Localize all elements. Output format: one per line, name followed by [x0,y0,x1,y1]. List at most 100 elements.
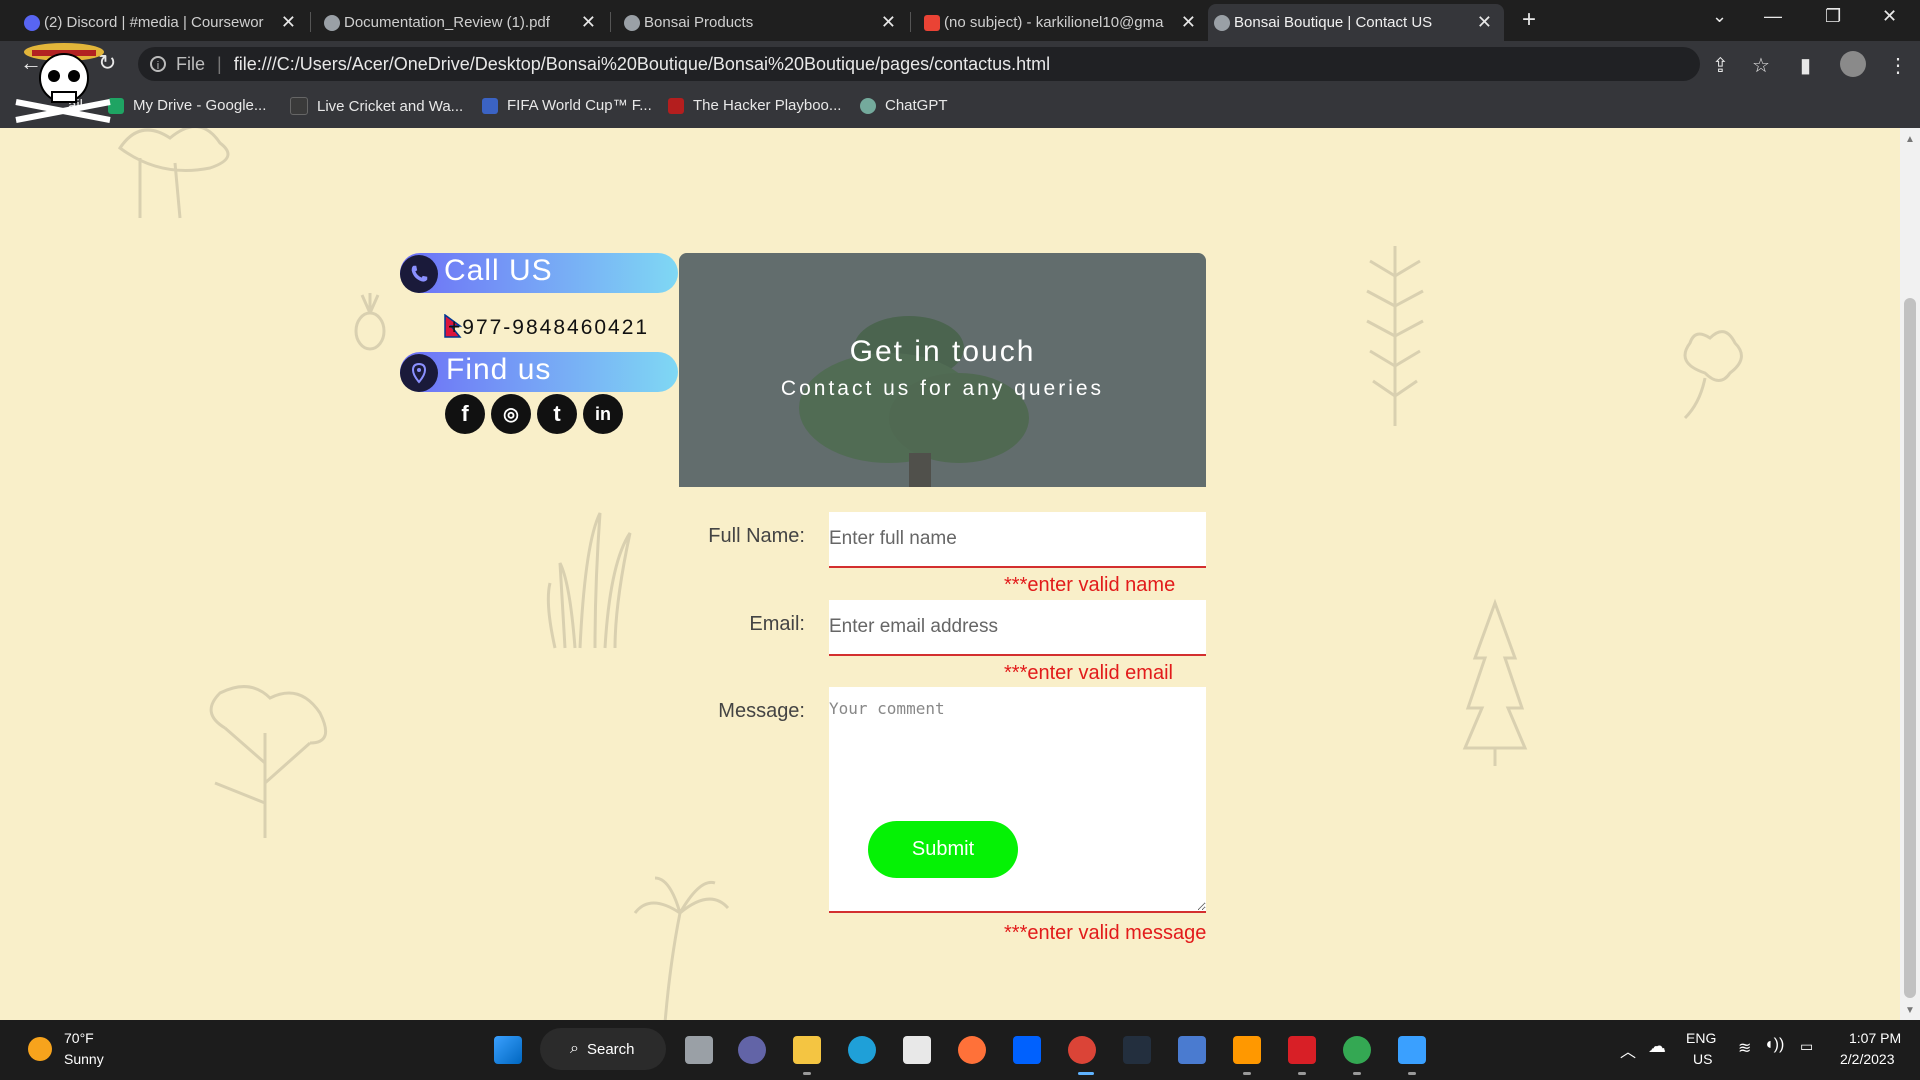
browser-tab-strip: (2) Discord | #media | Coursewor ✕ Docum… [0,0,1920,41]
find-us-header: Find us [400,352,678,392]
store-icon[interactable] [903,1036,931,1064]
tab-documentation[interactable]: Documentation_Review (1).pdf ✕ [318,4,608,41]
bookmark-fifa[interactable]: FIFA World Cup™ F... [482,97,652,114]
page-scrollbar[interactable]: ▲ ▼ [1900,128,1920,1020]
start-icon[interactable] [494,1036,522,1064]
scrollbar-thumb[interactable] [1904,298,1916,998]
teams-icon[interactable] [738,1036,766,1064]
tab-contact-us[interactable]: Bonsai Boutique | Contact US ✕ [1208,4,1504,41]
discord-icon [24,15,40,31]
task-view-icon[interactable] [685,1036,713,1064]
tab-title: Bonsai Boutique | Contact US [1234,14,1433,31]
running-indicator [1408,1072,1416,1075]
email-input[interactable] [829,600,1206,656]
tab-bonsai-products[interactable]: Bonsai Products ✕ [618,4,908,41]
facebook-icon[interactable]: f [445,394,485,434]
pineapple-doodle-icon [354,293,386,351]
clock-date[interactable]: 2/2/2023 [1840,1051,1895,1067]
call-us-title: Call US [444,254,553,287]
close-icon[interactable]: ✕ [1181,12,1196,33]
full-name-input[interactable] [829,512,1206,568]
get-in-touch-banner: Get in touch Contact us for any queries [679,253,1206,487]
tab-divider [910,12,911,32]
globe-icon [324,15,340,31]
chrome-icon[interactable] [1068,1036,1096,1064]
message-textarea[interactable] [829,687,1206,913]
file-explorer-icon[interactable] [793,1036,821,1064]
tab-discord[interactable]: (2) Discord | #media | Coursewor ✕ [18,4,308,41]
find-us-title: Find us [446,353,552,386]
acrobat-icon[interactable] [1288,1036,1316,1064]
close-icon[interactable]: ✕ [281,12,296,33]
skull-logo-icon [15,43,111,123]
info-icon[interactable]: i [150,56,166,72]
tv-icon [290,97,308,115]
tab-gmail[interactable]: (no subject) - karkilionel10@gma ✕ [918,4,1208,41]
tab-title: Bonsai Products [644,14,754,31]
new-tab-button[interactable]: + [1522,6,1536,34]
firefox-icon[interactable] [958,1036,986,1064]
fifa-icon [482,97,498,114]
close-icon[interactable]: ✕ [881,12,896,33]
bookmark-chatgpt[interactable]: ChatGPT [860,97,948,114]
edge-icon[interactable] [848,1036,876,1064]
bookmark-my-drive[interactable]: My Drive - Google... [108,97,266,114]
star-icon[interactable]: ☆ [1752,53,1770,78]
running-indicator [1243,1072,1251,1075]
sublime-icon[interactable] [1233,1036,1261,1064]
taskbar-search[interactable]: ⌕ Search [540,1028,666,1070]
submit-button[interactable]: Submit [868,821,1018,878]
network-app-icon[interactable] [1178,1036,1206,1064]
scheme-label: File [176,53,206,74]
bookmark-label: Live Cricket and Wa... [317,97,464,115]
sun-icon[interactable] [28,1037,52,1061]
address-bar[interactable]: i File | file:///C:/Users/Acer/OneDrive/… [138,47,1700,81]
sidepanel-icon[interactable]: ▮ [1800,53,1811,78]
contact-page: Call US +977-9848460421 Find us f ◎ t in… [0,128,1900,1020]
language-indicator[interactable]: ENG [1686,1030,1716,1046]
bookmark-hacker-playbook[interactable]: The Hacker Playboo... [668,97,841,114]
bookmark-label: The Hacker Playboo... [693,97,842,114]
phone-icon [400,255,438,293]
phone-number[interactable]: +977-9848460421 [448,316,649,340]
gmail-icon [924,15,940,31]
battery-icon[interactable]: ▭ [1800,1038,1813,1055]
weather-temp[interactable]: 70°F [64,1030,94,1046]
weather-desc[interactable]: Sunny [64,1051,104,1067]
wifi-icon[interactable]: ≋ [1738,1038,1751,1058]
onedrive-icon[interactable]: ☁ [1648,1036,1666,1057]
amazon-icon[interactable] [1123,1036,1151,1064]
chevron-up-icon[interactable]: ︿ [1620,1038,1636,1062]
share-icon[interactable]: ⇪ [1712,53,1729,78]
search-label: Search [586,1040,635,1058]
volume-icon[interactable]: ◖)) [1764,1036,1784,1054]
bookmark-label: ChatGPT [885,97,948,114]
tab-divider [610,12,611,32]
close-icon[interactable]: ✕ [1477,12,1492,33]
close-icon[interactable]: ✕ [581,12,596,33]
bookmarks-bar: ail My Drive - Google... Live Cricket an… [0,87,1920,129]
linkedin-icon[interactable]: in [583,394,623,434]
scroll-up-icon[interactable]: ▲ [1905,134,1915,145]
banner-title: Get in touch [849,335,1036,368]
notepad-icon[interactable] [1398,1036,1426,1064]
clock-time[interactable]: 1:07 PM [1849,1030,1901,1046]
profile-avatar[interactable] [1840,51,1866,77]
instagram-icon[interactable]: ◎ [491,394,531,434]
twitter-icon[interactable]: t [537,394,577,434]
tab-search-icon[interactable]: ⌄ [1712,6,1727,27]
url-text[interactable]: file:///C:/Users/Acer/OneDrive/Desktop/B… [234,54,1050,75]
globe-icon [1214,15,1230,31]
bookmark-live-cricket[interactable]: Live Cricket and Wa... [290,97,463,115]
globe-icon [624,15,640,31]
pdf-icon [668,97,684,114]
menu-icon[interactable]: ⋮ [1888,53,1908,78]
pine-doodle-icon [1462,598,1528,766]
scroll-down-icon[interactable]: ▼ [1905,1005,1915,1016]
minimize-icon[interactable]: — [1764,6,1782,27]
restore-icon[interactable]: ❐ [1825,6,1841,27]
dropbox-icon[interactable] [1013,1036,1041,1064]
close-window-icon[interactable]: ✕ [1882,6,1897,27]
region-indicator[interactable]: US [1693,1051,1712,1067]
chrome-profile-icon[interactable] [1343,1036,1371,1064]
